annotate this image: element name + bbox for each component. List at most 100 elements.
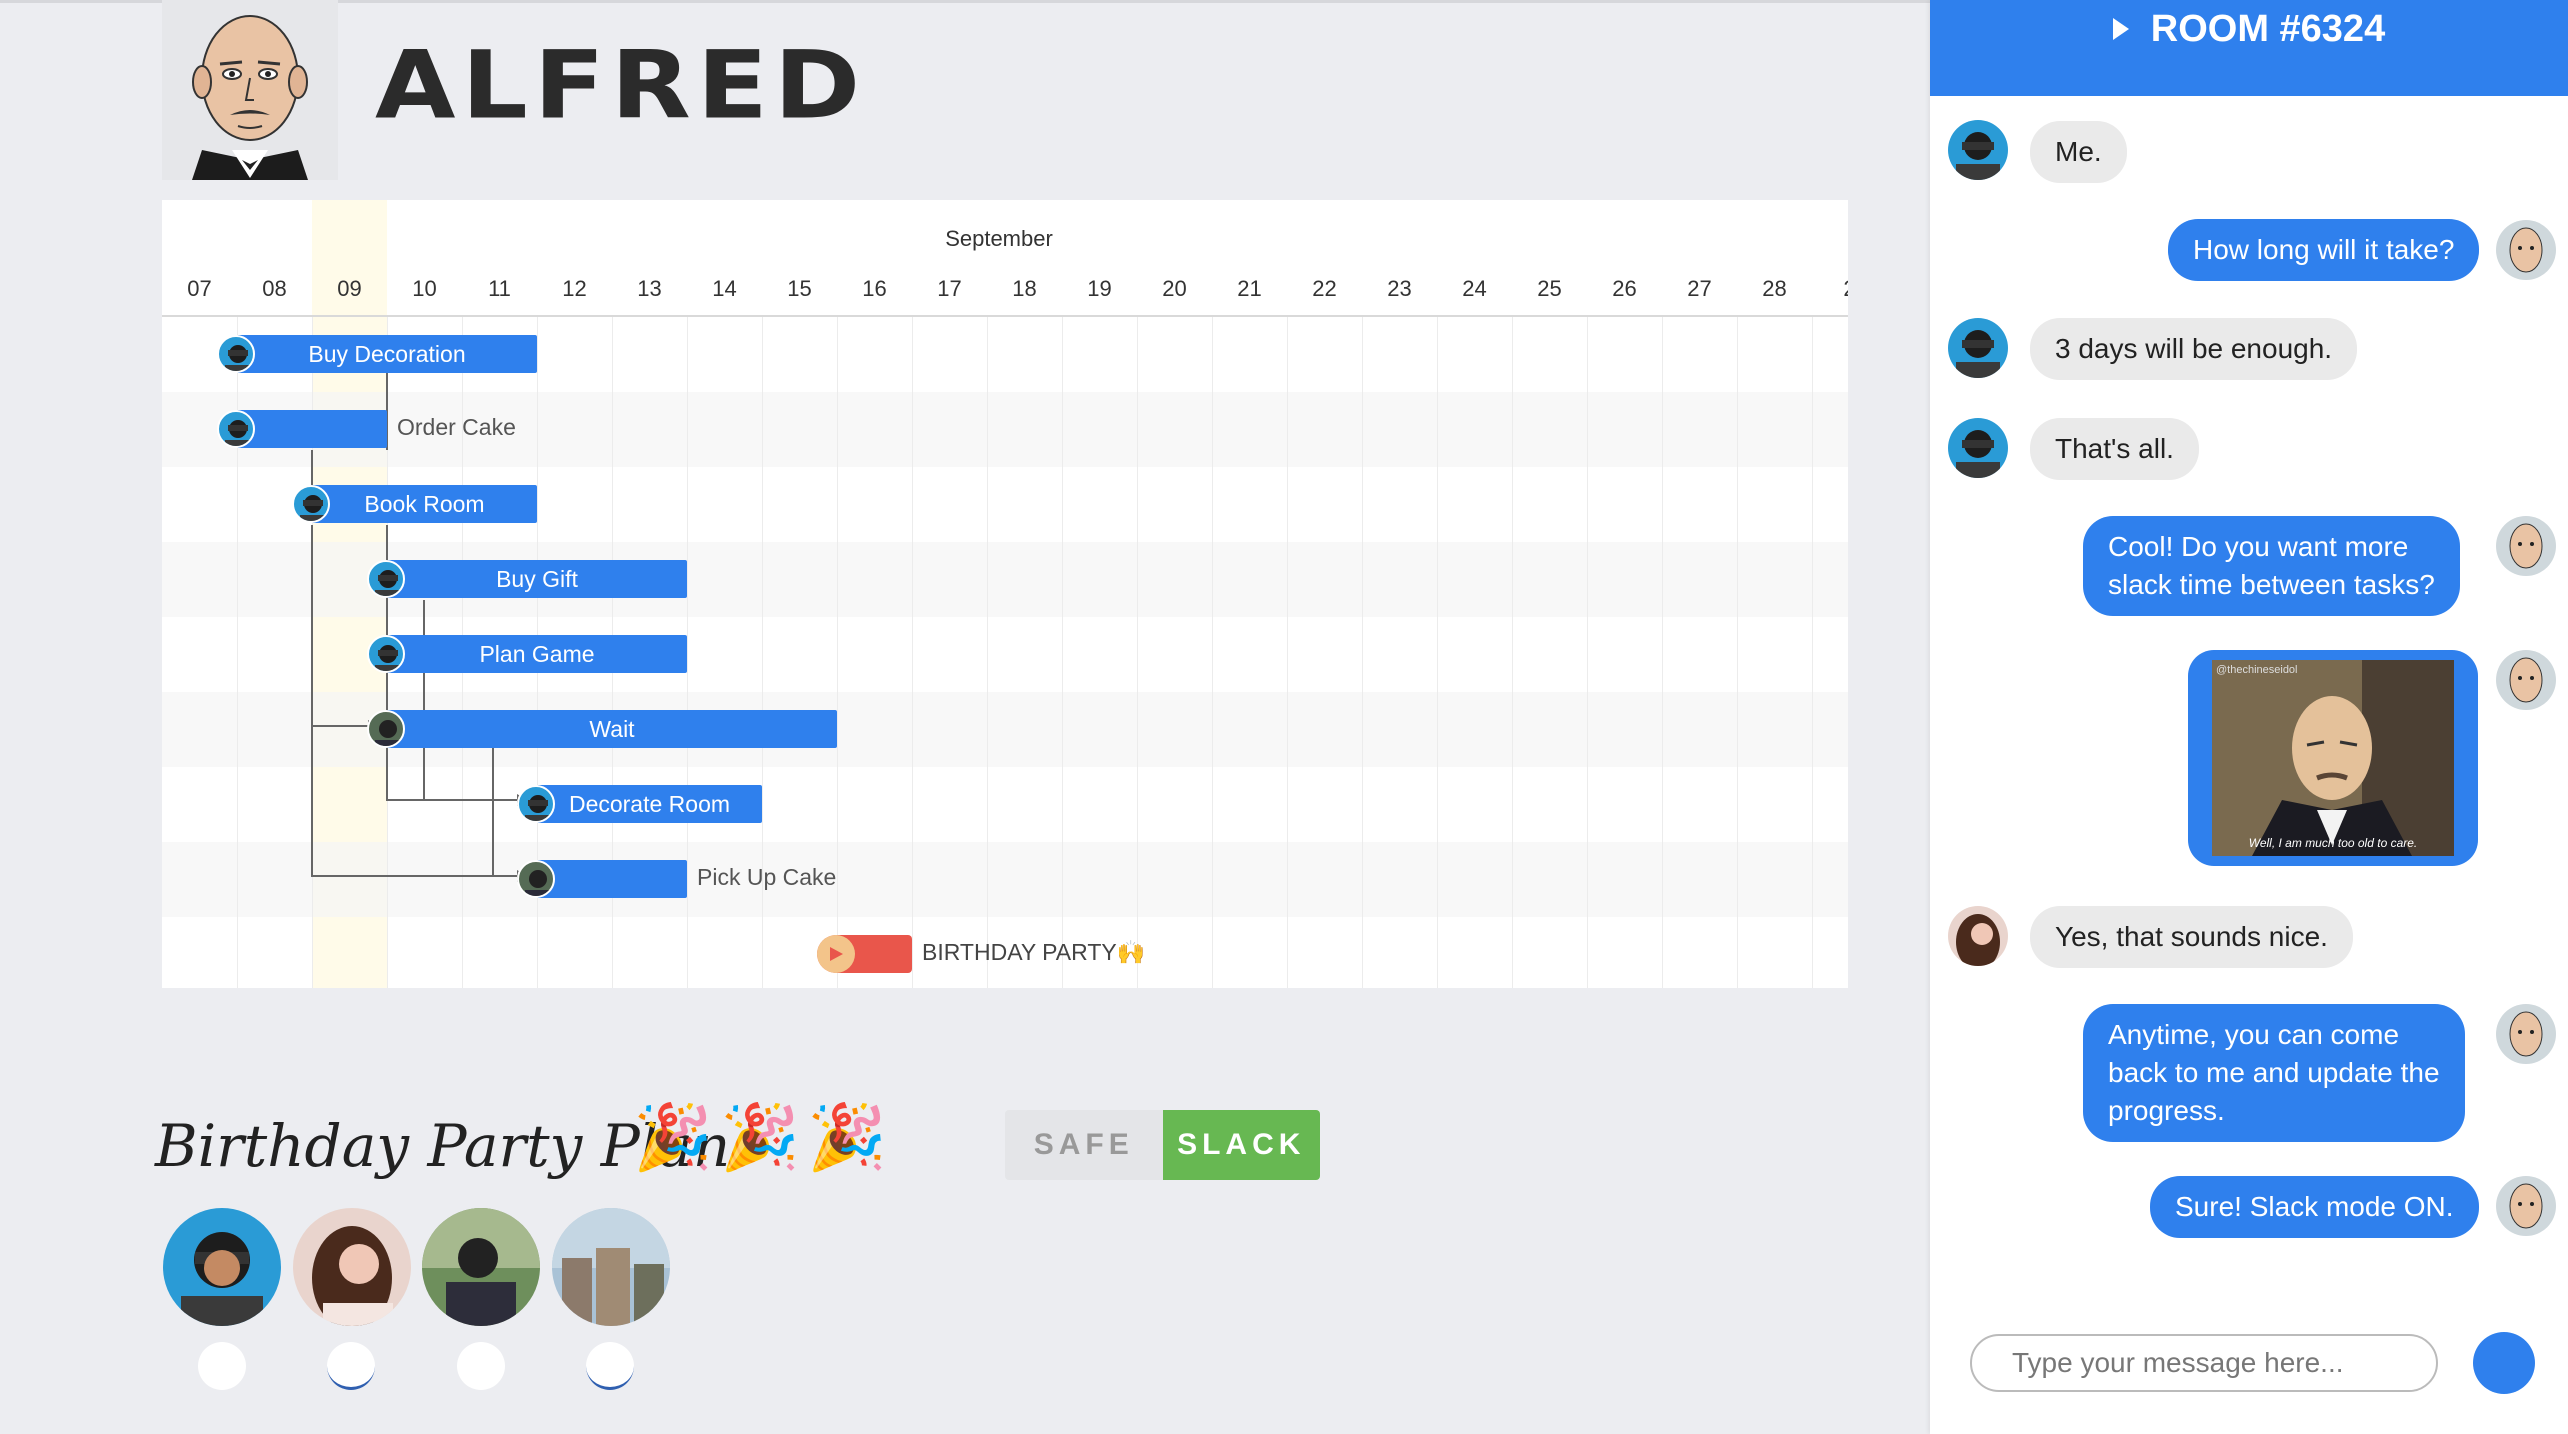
- assignee-avatar: [367, 635, 405, 673]
- day-label: 21: [1237, 276, 1262, 301]
- task-label: Wait: [589, 715, 635, 742]
- grid-line: [1137, 317, 1138, 988]
- day-label: 23: [1387, 276, 1412, 301]
- room-title: ROOM #6324: [2150, 8, 2386, 50]
- task-bar-wait[interactable]: Wait: [387, 710, 837, 748]
- day-label: 07: [187, 276, 212, 301]
- gantt-chart: September 07 08 09 10 11 12 13 14 15 16 …: [162, 200, 1848, 988]
- alfred-avatar: [2496, 1004, 2556, 1064]
- gantt-month-label: September: [945, 226, 1053, 251]
- member-avatar[interactable]: [163, 1208, 281, 1326]
- task-label: Buy Decoration: [308, 340, 466, 367]
- assignee-avatar: [517, 785, 555, 823]
- task-label: Decorate Room: [568, 790, 731, 817]
- grid-line: [1362, 317, 1363, 988]
- send-button[interactable]: [2473, 1332, 2535, 1394]
- safe-mode-button[interactable]: SAFE: [1005, 1110, 1163, 1180]
- assignee-avatar: [517, 860, 555, 898]
- task-bar-plan-game[interactable]: Plan Game: [387, 635, 687, 673]
- mode-toggle[interactable]: SAFE SLACK: [1005, 1110, 1320, 1180]
- member-status-dot: [198, 1342, 246, 1390]
- task-bar-decorate-room[interactable]: Decorate Room: [537, 785, 762, 823]
- milestone-label: BIRTHDAY PARTY🙌: [922, 939, 1146, 965]
- party-popper-icon: 🎉: [807, 1101, 887, 1173]
- day-label: 20: [1162, 276, 1187, 301]
- message-bubble: Cool! Do you want more slack time betwee…: [2083, 516, 2460, 616]
- day-label: 22: [1312, 276, 1337, 301]
- alfred-avatar: [2496, 220, 2556, 280]
- chat-header[interactable]: ROOM #6324: [1930, 0, 2568, 96]
- play-icon: [817, 935, 855, 973]
- day-label: 19: [1087, 276, 1112, 301]
- day-label: 08: [262, 276, 287, 301]
- message-line: slack time between tasks?: [2108, 569, 2435, 600]
- alfred-avatar: [2496, 650, 2556, 710]
- user-avatar: [1948, 318, 2008, 378]
- message-bubble: Yes, that sounds nice.: [2030, 906, 2353, 968]
- message-composer: Type your message here...: [1930, 1294, 2568, 1434]
- task-bar-buy-gift[interactable]: Buy Gift: [387, 560, 687, 598]
- message-bubble: That's all.: [2030, 418, 2199, 480]
- day-label: 25: [1537, 276, 1562, 301]
- grid-line: [1587, 317, 1588, 988]
- member-status-dot: [327, 1342, 375, 1390]
- user-avatar: [1948, 120, 2008, 180]
- grid-line: [1512, 317, 1513, 988]
- message-bubble: 3 days will be enough.: [2030, 318, 2358, 380]
- assignee-avatar: [217, 410, 255, 448]
- message-line: Anytime, you can come: [2108, 1019, 2400, 1050]
- grid-line: [837, 317, 838, 988]
- day-label: 17: [937, 276, 962, 301]
- task-label: Plan Game: [479, 640, 595, 667]
- message-bubble: Anytime, you can come back to me and upd…: [2083, 1004, 2465, 1142]
- member-status-dot: [586, 1342, 634, 1390]
- slack-mode-button[interactable]: SLACK: [1162, 1110, 1320, 1180]
- day-label: 14: [712, 276, 737, 301]
- grid-line: [1662, 317, 1663, 988]
- member-avatar[interactable]: [422, 1208, 540, 1326]
- expand-triangle-icon[interactable]: [2112, 18, 2129, 40]
- task-label-pick-up-cake: Pick Up Cake: [697, 864, 837, 890]
- alfred-avatar: [2496, 516, 2556, 576]
- day-label: 26: [1612, 276, 1637, 301]
- app-brand: ALFRED: [375, 30, 867, 140]
- party-popper-icon: 🎉: [720, 1101, 800, 1173]
- day-label: 28: [1762, 276, 1787, 301]
- message-line: back to me and update the: [2108, 1057, 2440, 1088]
- assignee-avatar: [292, 485, 330, 523]
- task-bar-pick-up-cake[interactable]: [537, 860, 687, 898]
- image-message[interactable]: @thechineseidol Well, I am much too old …: [2188, 650, 2478, 866]
- message-bubble: How long will it take?: [2168, 219, 2480, 281]
- message-input[interactable]: Type your message here...: [1970, 1334, 2438, 1392]
- grid-line: [1437, 317, 1438, 988]
- grid-line: [687, 317, 688, 988]
- alfred-logo: [162, 0, 338, 180]
- message-bubble: Me.: [2030, 121, 2127, 183]
- day-label: 10: [412, 276, 437, 301]
- day-label: 15: [787, 276, 812, 301]
- member-avatar[interactable]: [552, 1208, 670, 1326]
- task-bar-order-cake[interactable]: [237, 410, 387, 448]
- message-line: progress.: [2108, 1095, 2225, 1126]
- day-label: 2: [1812, 276, 1848, 302]
- grid-line: [1287, 317, 1288, 988]
- grid-line: [1062, 317, 1063, 988]
- assignee-avatar: [367, 710, 405, 748]
- day-label: 13: [637, 276, 662, 301]
- member-avatar[interactable]: [293, 1208, 411, 1326]
- image-watermark: @thechineseidol: [2216, 664, 2298, 676]
- alfred-avatar: [2496, 1176, 2556, 1236]
- message-line: Cool! Do you want more: [2108, 531, 2409, 562]
- task-bar-book-room[interactable]: Book Room: [312, 485, 537, 523]
- task-bar-buy-decoration[interactable]: Buy Decoration: [237, 335, 537, 373]
- chat-panel: ROOM #6324 Me. How long will it take? 3 …: [1930, 0, 2568, 1434]
- task-label: Buy Gift: [496, 565, 578, 592]
- day-label: 18: [1012, 276, 1037, 301]
- user-avatar: [1948, 906, 2008, 966]
- grid-line: [1737, 317, 1738, 988]
- message-bubble: Sure! Slack mode ON.: [2150, 1176, 2479, 1238]
- task-label-order-cake: Order Cake: [397, 414, 516, 440]
- assignee-avatar: [217, 335, 255, 373]
- day-label: 09: [337, 276, 362, 301]
- image-caption: Well, I am much too old to care.: [2248, 836, 2418, 850]
